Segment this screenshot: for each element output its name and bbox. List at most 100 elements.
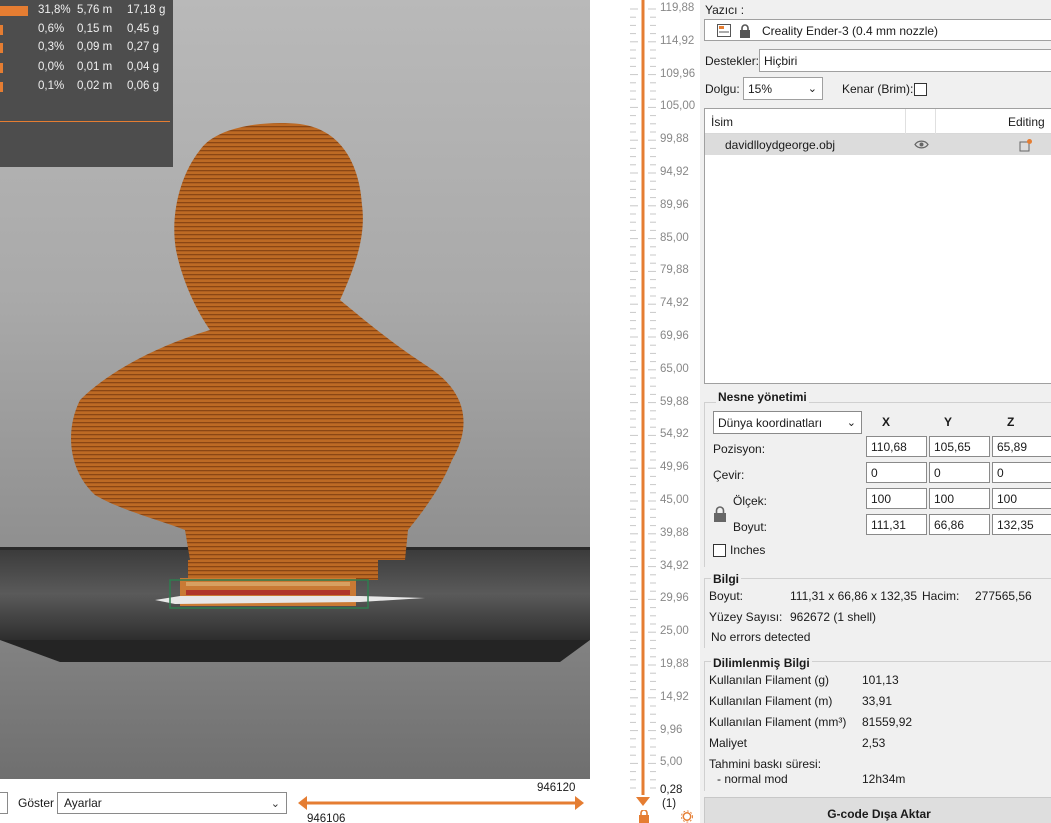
filament-legend: 31,8% 5,76 m 17,18 g 0,6% 0,15 m 0,45 g … <box>0 0 173 167</box>
legend-percent: 31,8% <box>38 4 71 16</box>
brim-checkbox[interactable] <box>914 83 927 96</box>
info-volume-label: Hacim: <box>922 589 960 603</box>
print-time-label: Tahmini baskı süresi: <box>709 757 822 771</box>
move-slider-upper-value: 946120 <box>537 782 576 794</box>
move-slider-left-thumb <box>298 796 307 810</box>
legend-length: 0,01 m <box>77 61 113 73</box>
legend-weight: 0,45 g <box>127 23 159 35</box>
rotation-z-input[interactable]: 0 <box>992 462 1051 483</box>
sliced-value: 2,53 <box>862 736 886 750</box>
supports-value: Hiçbiri <box>764 54 798 68</box>
layer-slider[interactable]: 119,88 114,92 109,96 105,00 99,88 94,92 89,96 8… <box>590 0 700 823</box>
size-y-input[interactable]: 66,86 <box>929 514 990 535</box>
info-title: Bilgi <box>711 572 741 586</box>
inches-label: Inches <box>730 543 766 557</box>
model-bust[interactable] <box>71 123 464 609</box>
inches-checkbox[interactable] <box>713 544 726 557</box>
legend-length: 0,02 m <box>77 80 113 92</box>
lock-icon[interactable] <box>638 810 650 823</box>
layer-tick-label: 105,00 <box>660 100 696 113</box>
sliced-value: 33,91 <box>862 694 893 708</box>
sliced-value: 81559,92 <box>862 715 913 729</box>
layer-tick-label: 9,96 <box>660 723 683 736</box>
move-slider[interactable] <box>298 795 584 811</box>
layer-tick-label: 59,88 <box>660 395 689 408</box>
sliced-label: Kullanılan Filament (g) <box>709 673 830 687</box>
info-facets-label: Yüzey Sayısı: <box>709 610 783 624</box>
chevron-down-icon: ⌄ <box>270 798 280 810</box>
legend-length: 0,15 m <box>77 23 113 35</box>
object-list-row[interactable]: davidlloydgeorge.obj <box>705 134 1051 155</box>
show-dropdown-value: Ayarlar <box>64 796 102 810</box>
object-manipulation-title: Nesne yönetimi <box>716 390 809 404</box>
layer-tick-label: 69,96 <box>660 330 689 342</box>
size-label: Boyut: <box>733 520 768 534</box>
layer-bottom-index: (1) <box>662 798 677 810</box>
supports-select[interactable]: Hiçbiri <box>759 49 1051 72</box>
axis-x-header: X <box>882 415 891 429</box>
legend-percent: 0,3% <box>38 41 65 53</box>
object-name: davidlloydgeorge.obj <box>725 138 836 152</box>
layer-tick-label: 99,88 <box>660 133 689 146</box>
export-gcode-button[interactable]: G-code Dışa Aktar <box>704 797 1051 823</box>
legend-row: 0,3% 0,09 m 0,27 g <box>0 40 173 56</box>
printer-selector[interactable]: Creality Ender-3 (0.4 mm nozzle) <box>704 19 1051 41</box>
move-slider-lower-value: 946106 <box>307 813 346 823</box>
printer-label: Yazıcı : <box>705 3 745 17</box>
lock-icon <box>740 24 750 38</box>
infill-select[interactable]: 15% ⌄ <box>743 77 823 100</box>
legend-row: 0,1% 0,02 m 0,06 g <box>0 79 173 95</box>
eye-icon[interactable] <box>914 139 929 150</box>
legend-weight: 0,27 g <box>127 41 159 53</box>
3d-viewport[interactable]: 31,8% 5,76 m 17,18 g 0,6% 0,15 m 0,45 g … <box>0 0 590 779</box>
scale-lock-icon[interactable] <box>713 506 727 522</box>
info-size-value: 111,31 x 66,86 x 132,35 <box>790 589 917 603</box>
layer-tick-label: 109,96 <box>660 67 696 80</box>
printer-icon <box>717 24 731 37</box>
position-y-input[interactable]: 105,65 <box>929 436 990 457</box>
layer-tick-label: 25,00 <box>660 625 689 638</box>
layer-tick-label: 65,00 <box>660 362 689 375</box>
position-z-input[interactable]: 65,89 <box>992 436 1051 457</box>
object-list[interactable]: İsim Editing davidlloydgeorge.obj <box>704 108 1051 384</box>
column-divider <box>935 109 936 134</box>
size-z-input[interactable]: 132,35 <box>992 514 1051 535</box>
layer-tick-label: 79,88 <box>660 264 689 277</box>
object-list-header: İsim Editing <box>705 109 1051 134</box>
brim-label: Kenar (Brim): <box>842 82 914 96</box>
layer-tick-label: 5,00 <box>660 756 683 769</box>
rotation-x-input[interactable]: 0 <box>866 462 927 483</box>
coordinate-system-select[interactable]: Dünya koordinatları ⌄ <box>713 411 862 434</box>
layer-tick-label: 85,00 <box>660 231 689 244</box>
scale-x-input[interactable]: 100 <box>866 488 927 509</box>
size-x-input[interactable]: 111,31 <box>866 514 927 535</box>
edit-settings-icon[interactable] <box>1019 138 1033 152</box>
coordinate-system-value: Dünya koordinatları <box>718 416 823 430</box>
legend-swatch <box>0 43 3 53</box>
column-name[interactable]: İsim <box>711 115 733 129</box>
app-window: 31,8% 5,76 m 17,18 g 0,6% 0,15 m 0,45 g … <box>0 0 1051 823</box>
column-editing[interactable]: Editing <box>1008 115 1045 129</box>
position-x-input[interactable]: 110,68 <box>866 436 927 457</box>
infill-label: Dolgu: <box>705 82 740 96</box>
legend-row: 0,0% 0,01 m 0,04 g <box>0 60 173 76</box>
scale-z-input[interactable]: 100 <box>992 488 1051 509</box>
rotation-y-input[interactable]: 0 <box>929 462 990 483</box>
move-slider-right-thumb <box>575 796 584 810</box>
sliced-value: 101,13 <box>862 673 899 687</box>
axis-y-header: Y <box>944 415 953 429</box>
sliced-label: Kullanılan Filament (mm³) <box>709 715 847 729</box>
chevron-down-icon: ⌄ <box>807 83 817 95</box>
show-dropdown[interactable]: Ayarlar ⌄ <box>57 792 287 814</box>
legend-weight: 0,06 g <box>127 80 159 92</box>
scale-y-input[interactable]: 100 <box>929 488 990 509</box>
legend-swatch <box>0 82 3 92</box>
info-volume-value: 277565,56 <box>975 589 1032 603</box>
view-type-dropdown[interactable] <box>0 792 8 814</box>
layer-tick-label: 74,92 <box>660 297 689 310</box>
gear-icon[interactable] <box>680 810 694 823</box>
legend-percent: 0,0% <box>38 61 65 73</box>
rotate-label: Çevir: <box>713 468 745 482</box>
layer-bottom-height: 0,28 <box>660 784 683 796</box>
supports-label: Destekler: <box>705 54 760 68</box>
